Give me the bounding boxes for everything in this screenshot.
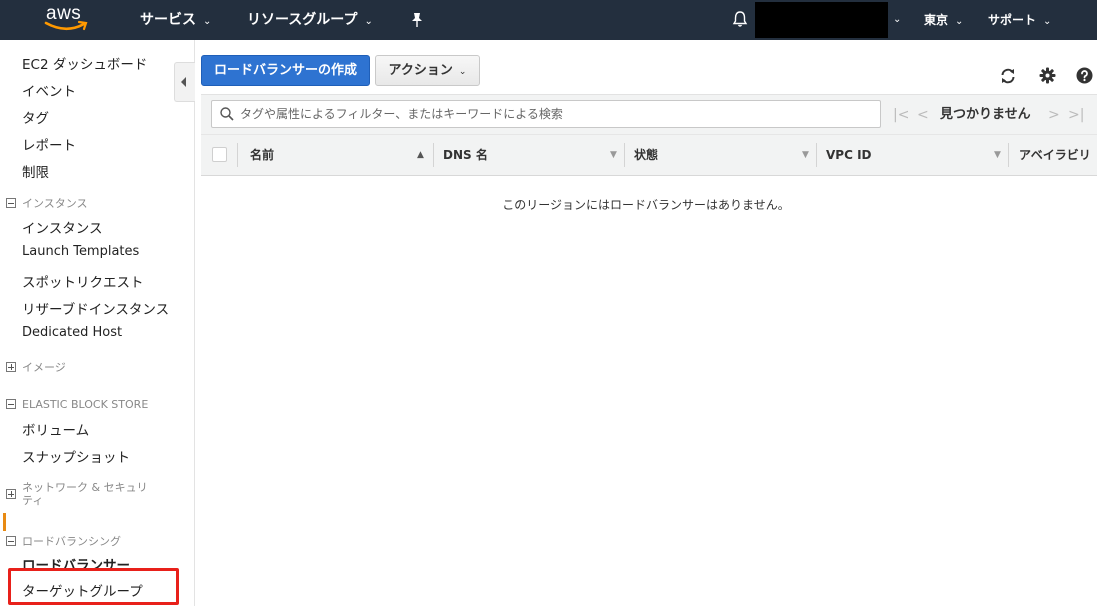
chevron-down-icon: ⌄ bbox=[203, 16, 212, 27]
sidebar-item-ec2-dashboard[interactable]: EC2 ダッシュボード bbox=[22, 53, 147, 73]
sidebar-section-title: イメージ bbox=[22, 361, 66, 374]
sidebar-item-spot-requests[interactable]: スポットリクエスト bbox=[22, 271, 144, 291]
support-label: サポート bbox=[988, 13, 1037, 27]
top-navigation-bar: aws サービス ⌄ リソースグループ ⌄ ⌄ 東京 ⌄ サポート ⌄ bbox=[0, 0, 1097, 40]
sidebar-item-dedicated-host[interactable]: Dedicated Host bbox=[22, 325, 122, 340]
help-icon[interactable] bbox=[1076, 67, 1093, 84]
active-item-indicator bbox=[3, 513, 6, 531]
column-header-availability-zone[interactable]: アベイラビリ bbox=[1019, 135, 1091, 175]
sidebar-item-instances[interactable]: インスタンス bbox=[22, 217, 102, 237]
column-header-dns-name[interactable]: DNS 名 bbox=[443, 135, 488, 175]
collapse-icon bbox=[6, 198, 16, 208]
region-label: 東京 bbox=[924, 13, 949, 27]
first-page-icon[interactable]: |< bbox=[893, 95, 909, 135]
chevron-down-icon[interactable]: ⌄ bbox=[893, 0, 901, 40]
sidebar-section-title: インスタンス bbox=[22, 197, 88, 210]
resource-groups-label: リソースグループ bbox=[247, 12, 358, 28]
search-box bbox=[211, 100, 881, 128]
sidebar-item-volumes[interactable]: ボリューム bbox=[22, 419, 89, 439]
search-icon bbox=[220, 107, 234, 121]
chevron-down-icon: ⌄ bbox=[1043, 16, 1052, 27]
services-menu[interactable]: サービス ⌄ bbox=[140, 0, 211, 40]
collapse-icon bbox=[6, 536, 16, 546]
sidebar-section-load-balancing[interactable]: ロードバランシング bbox=[6, 533, 121, 549]
next-page-icon[interactable]: > bbox=[1048, 95, 1060, 135]
aws-smile-icon bbox=[44, 20, 88, 31]
actions-button[interactable]: アクション ⌄ bbox=[375, 55, 480, 86]
column-divider bbox=[433, 143, 434, 167]
pin-icon[interactable] bbox=[410, 12, 424, 28]
sidebar-section-images[interactable]: イメージ bbox=[6, 359, 66, 375]
chevron-down-icon: ⌄ bbox=[364, 16, 373, 27]
collapse-icon bbox=[6, 399, 16, 409]
sort-ascending-icon[interactable]: ▲ bbox=[417, 135, 424, 175]
sidebar-section-instances[interactable]: インスタンス bbox=[6, 195, 88, 211]
last-page-icon[interactable]: >| bbox=[1068, 95, 1084, 135]
sidebar-item-events[interactable]: イベント bbox=[22, 80, 76, 100]
sidebar-item-reserved-instances[interactable]: リザーブドインスタンス bbox=[22, 298, 169, 318]
column-divider bbox=[1008, 143, 1009, 167]
services-menu-label: サービス bbox=[140, 12, 196, 28]
section-title-line2: ティ bbox=[22, 494, 44, 507]
filter-bar: |< < 見つかりません > >| bbox=[201, 94, 1097, 134]
search-input[interactable] bbox=[240, 101, 870, 127]
column-divider bbox=[624, 143, 625, 167]
empty-table-message: このリージョンにはロードバランサーはありません。 bbox=[502, 198, 790, 212]
sidebar-item-limits[interactable]: 制限 bbox=[22, 161, 49, 181]
column-divider bbox=[237, 143, 238, 167]
sidebar-section-title: ELASTIC BLOCK STORE bbox=[22, 398, 149, 411]
sidebar-section-title: ネットワーク & セキュリ ティ bbox=[22, 481, 148, 507]
pager-status: 見つかりません bbox=[940, 107, 1031, 122]
highlight-annotation bbox=[8, 568, 179, 605]
gear-icon[interactable] bbox=[1039, 67, 1056, 84]
resource-groups-menu[interactable]: リソースグループ ⌄ bbox=[247, 0, 373, 40]
chevron-left-icon bbox=[181, 77, 186, 87]
select-all-checkbox[interactable] bbox=[212, 147, 227, 162]
support-menu[interactable]: サポート ⌄ bbox=[988, 0, 1051, 40]
column-divider bbox=[816, 143, 817, 167]
sidebar-item-tags[interactable]: タグ bbox=[22, 107, 49, 127]
aws-logo[interactable]: aws bbox=[44, 3, 94, 37]
sort-icon[interactable]: ▼ bbox=[610, 135, 617, 175]
expand-icon bbox=[6, 489, 16, 499]
account-menu-redacted[interactable] bbox=[755, 2, 888, 38]
sidebar-item-reports[interactable]: レポート bbox=[22, 134, 76, 154]
expand-icon bbox=[6, 362, 16, 372]
bell-icon[interactable] bbox=[732, 10, 748, 28]
column-header-vpc-id[interactable]: VPC ID bbox=[826, 135, 872, 175]
table-header: 名前 ▲ DNS 名 ▼ 状態 ▼ VPC ID ▼ アベイラビリ bbox=[201, 134, 1097, 176]
refresh-icon[interactable] bbox=[999, 67, 1017, 85]
sidebar-item-launch-templates[interactable]: Launch Templates bbox=[22, 244, 139, 259]
sidebar-item-snapshots[interactable]: スナップショット bbox=[22, 446, 130, 466]
sort-icon[interactable]: ▼ bbox=[994, 135, 1001, 175]
create-load-balancer-button[interactable]: ロードバランサーの作成 bbox=[201, 55, 370, 86]
column-header-state[interactable]: 状態 bbox=[634, 135, 658, 175]
sidebar-collapse-button[interactable] bbox=[174, 62, 195, 102]
sidebar-section-ebs[interactable]: ELASTIC BLOCK STORE bbox=[6, 398, 148, 411]
sort-icon[interactable]: ▼ bbox=[802, 135, 809, 175]
actions-button-label: アクション bbox=[388, 63, 453, 78]
column-header-name[interactable]: 名前 bbox=[250, 135, 274, 175]
sidebar-section-network-security[interactable]: ネットワーク & セキュリ ティ bbox=[6, 481, 166, 509]
chevron-down-icon: ⌄ bbox=[458, 67, 467, 77]
section-title-line1: ネットワーク & セキュリ bbox=[22, 481, 148, 494]
region-menu[interactable]: 東京 ⌄ bbox=[924, 0, 963, 40]
previous-page-icon[interactable]: < bbox=[917, 95, 929, 135]
sidebar-section-title: ロードバランシング bbox=[22, 535, 121, 548]
chevron-down-icon: ⌄ bbox=[955, 16, 964, 27]
